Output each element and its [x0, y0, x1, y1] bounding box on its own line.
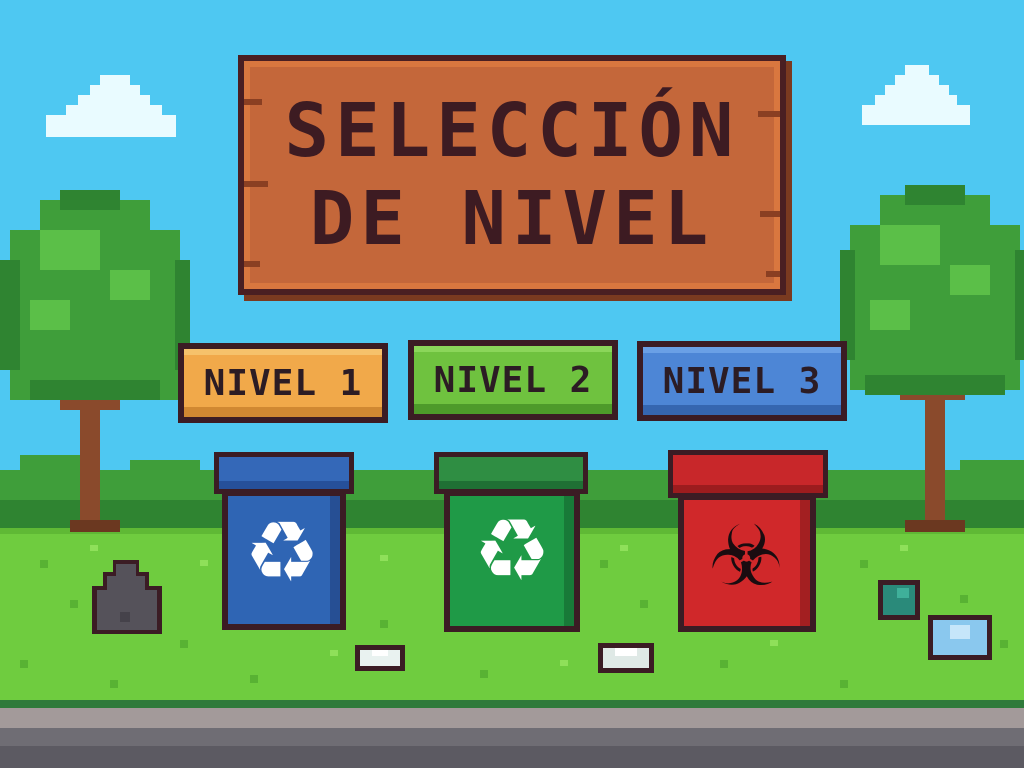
level-1-label: NIVEL 1 [203, 362, 363, 404]
cloud-left [46, 75, 176, 137]
title-line2: DE NIVEL [309, 176, 715, 262]
biohazard-icon: ☣ [708, 507, 784, 605]
level-2-button[interactable]: NIVEL 2 [408, 340, 618, 420]
level-2-label: NIVEL 2 [433, 359, 593, 401]
level-3-button[interactable]: NIVEL 3 [637, 341, 847, 421]
red-bin-lid [668, 450, 828, 498]
green-bin-lid [434, 452, 588, 494]
level-select-screen: SELECCIÓN DE NIVEL NIVEL 1 NIVEL 2 NIVEL… [0, 0, 1024, 768]
level-3-label: NIVEL 3 [662, 360, 822, 402]
litter-2 [598, 643, 654, 673]
cloud-right [862, 65, 970, 125]
blue-bin-lid [214, 452, 354, 494]
litter-1 [355, 645, 405, 671]
level-1-button[interactable]: NIVEL 1 [178, 343, 388, 423]
bottle-piece [878, 580, 920, 620]
glass-piece [928, 615, 992, 660]
recycle-icon: ♻ [473, 501, 551, 601]
title-sign: SELECCIÓN DE NIVEL [238, 55, 786, 295]
recycle-icon: ♻ [244, 503, 320, 601]
title-line1: SELECCIÓN [284, 88, 740, 174]
